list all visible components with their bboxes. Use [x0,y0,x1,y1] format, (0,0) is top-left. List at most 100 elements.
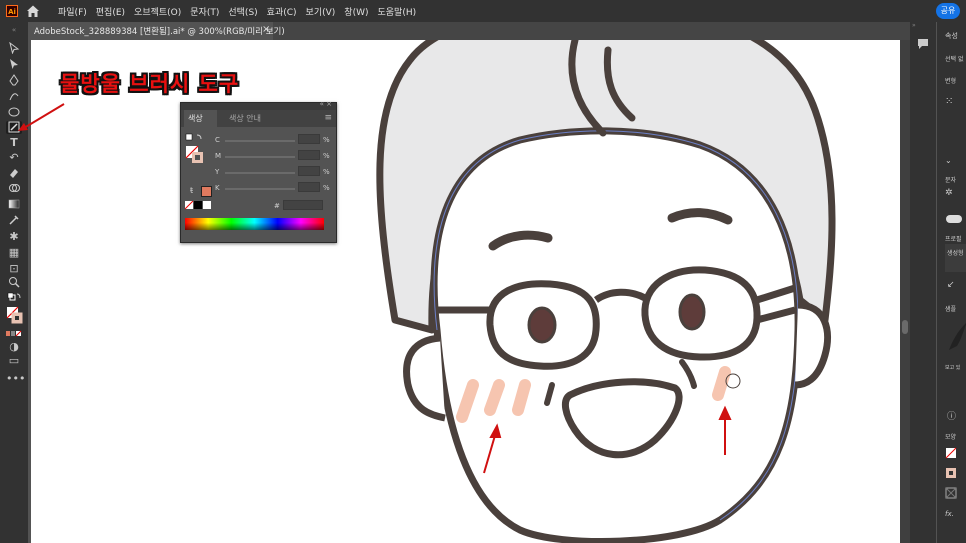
channel-m-input[interactable] [298,150,320,160]
type-tool-icon[interactable]: T [6,136,22,149]
channel-y-percent: % [323,168,330,176]
transform-label: 변형 [945,78,957,85]
appearance-label: 모양 [945,434,957,441]
gradient-tool-icon[interactable] [6,198,22,211]
default-colors-icon[interactable] [6,292,22,305]
drawing-mode-icon[interactable]: ◑ [6,340,22,353]
artboard-canvas[interactable] [31,40,900,543]
channel-m-slider[interactable] [225,156,295,158]
document-tab[interactable]: AdobeStock_328889384 [변환됨].ai* @ 300%(RG… [30,22,285,40]
artboard-tool-icon[interactable]: ▦ [6,246,22,259]
reference-point-icon[interactable]: ⁙ [945,96,953,107]
hex-label: # [274,202,280,210]
panel-menu-icon[interactable]: ≡ [324,113,332,123]
menu-window[interactable]: 창(W) [344,5,368,18]
menu-edit[interactable]: 편집(E) [96,5,125,18]
gear-icon[interactable]: ✲ [945,188,953,198]
document-tab-close-icon[interactable]: × [262,24,270,35]
menu-effect[interactable]: 효과(C) [267,5,297,18]
stroke-swatch-icon[interactable] [945,467,957,479]
rotate-tool-icon[interactable]: ↶ [6,151,22,164]
toolbar-collapse-icon[interactable]: « [6,24,22,37]
fill-stroke-swatch-icon[interactable] [185,133,207,167]
illustration [376,40,836,543]
opacity-icon[interactable] [945,487,957,499]
channel-c-slider[interactable] [225,140,295,142]
color-panel-tabs: 색상 색상 안내 ≡ [181,110,336,127]
app-logo: Ai [6,5,18,17]
menu-file[interactable]: 파일(F) [58,5,87,18]
generative-label: 생성형 [947,250,964,257]
screen-mode-icon[interactable]: ▭ [6,354,22,367]
toggle-switch[interactable] [946,215,962,223]
tab-color-guide[interactable]: 색상 안내 [229,110,261,127]
channel-k-input[interactable] [298,182,320,192]
vertical-scrollbar[interactable] [900,40,910,543]
selection-tool-icon[interactable] [6,41,22,55]
share-button[interactable]: 공유 [936,3,960,19]
tab-color-guide-label: 색상 안내 [229,114,261,123]
dock-collapse-icon[interactable]: » [912,22,916,29]
menu-list: 파일(F) 편집(E) 오브젝트(O) 문자(T) 선택(S) 효과(C) 보기… [58,0,416,22]
channel-c-input[interactable] [298,134,320,144]
channel-c-label: C [215,136,220,144]
panel-dock-strip: » [910,22,936,543]
sample-label: 샘플 [945,306,957,313]
eyedropper-tool-icon[interactable] [6,214,22,227]
channel-k-label: K [215,184,220,192]
menu-select[interactable]: 선택(S) [228,5,257,18]
eyedropper-icon[interactable]: ↙ [947,280,955,290]
channel-y-slider[interactable] [225,172,295,174]
hex-input[interactable] [283,200,323,210]
ear-right [794,301,832,389]
menu-bar: Ai 파일(F) 편집(E) 오브젝트(O) 문자(T) 선택(S) 효과(C)… [0,0,966,22]
document-tab-title: AdobeStock_328889384 [변환됨].ai* @ 300%(RG… [34,27,285,37]
fx-label[interactable]: fx. [945,510,954,518]
out-of-gamut-icon[interactable]: ŧ [190,186,193,195]
bird-sample-image[interactable] [947,320,966,354]
channel-m-label: M [215,152,222,160]
eye-left [527,306,557,344]
symbol-sprayer-icon[interactable]: ✱ [6,230,22,243]
none-black-white-swatches[interactable] [185,201,213,211]
menu-object[interactable]: 오브젝트(O) [134,5,181,18]
chevron-down-icon[interactable]: ⌄ [945,156,952,165]
info-icon[interactable]: ⓘ [947,409,956,422]
pen-tool-icon[interactable] [6,74,22,87]
menu-view[interactable]: 보기(V) [306,5,336,18]
type-label: 문자 [945,177,957,184]
channel-k-slider[interactable] [225,188,295,190]
eye-right [678,293,706,331]
profile-label: 프로필 [945,236,962,243]
more-tools-icon[interactable]: ••• [6,372,25,385]
no-selection-label: 선택 없 [945,56,964,63]
direct-selection-tool-icon[interactable] [6,58,22,71]
menu-help[interactable]: 도움말(H) [378,5,417,18]
fill-stroke-icon[interactable] [6,306,23,326]
comment-icon[interactable] [917,38,929,50]
zoom-tool-icon[interactable] [6,276,22,289]
shape-builder-icon[interactable] [6,182,22,195]
channel-k-percent: % [323,184,330,192]
home-icon[interactable] [25,3,41,19]
panel-collapse-icon[interactable]: « × [320,100,332,108]
ear-left [403,334,446,422]
channel-y-input[interactable] [298,166,320,176]
channel-c-percent: % [323,136,330,144]
tab-color[interactable]: 색상 [184,110,217,127]
eraser-tool-icon[interactable] [6,167,22,180]
properties-panel: 속성 선택 없 변형 ⁙ ⌄ 문자 ✲ 프로필 생성형 ↙ 샘플 보고 있 ⓘ … [937,22,966,543]
fill-none-icon[interactable] [945,447,957,459]
crop-tool-icon[interactable]: ⊡ [6,262,22,275]
vertical-scrollbar-thumb[interactable] [902,320,908,334]
color-spectrum[interactable] [185,218,324,230]
channel-y-label: Y [215,168,220,176]
color-panel-titlebar[interactable]: « × [181,100,336,110]
gamut-swatch[interactable] [201,186,212,197]
menu-type[interactable]: 문자(T) [190,5,219,18]
annotation-arrow-to-tool [18,103,65,131]
properties-title: 속성 [945,32,958,40]
viewing-label: 보고 있 [945,365,961,371]
annotation-label: 물방울 브러시 도구 [60,72,240,96]
generative-box[interactable]: 생성형 [945,244,966,272]
